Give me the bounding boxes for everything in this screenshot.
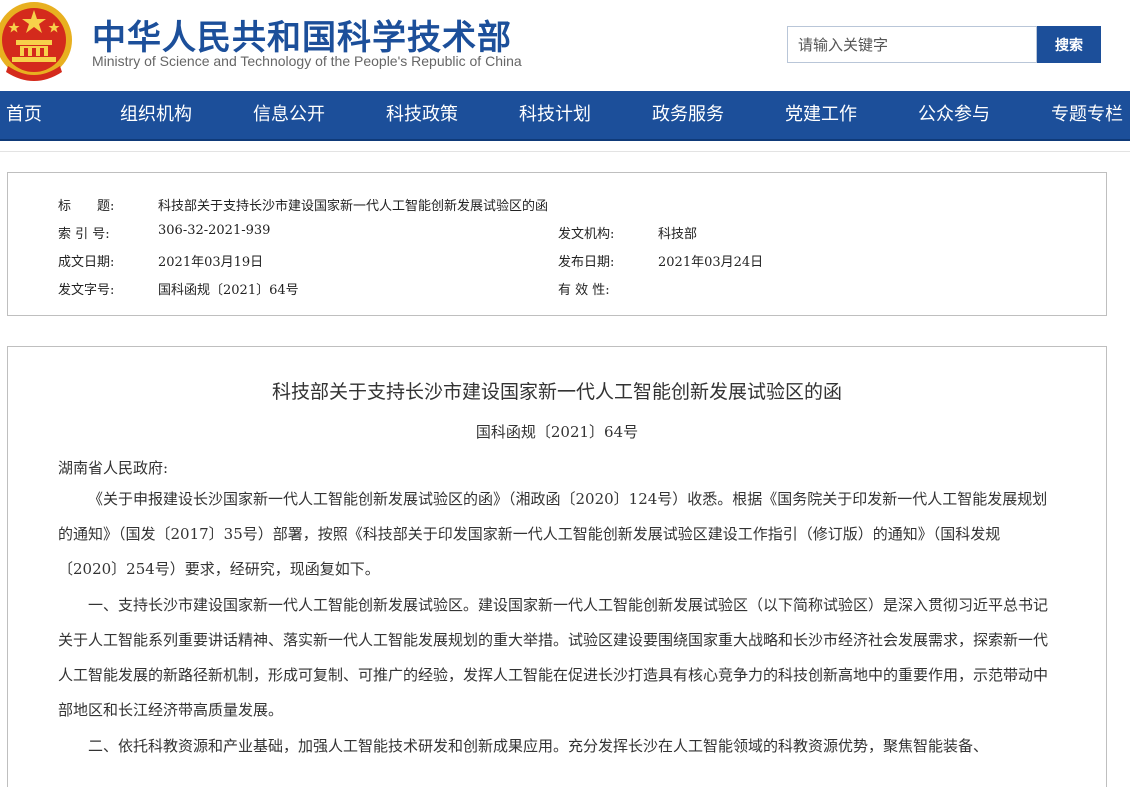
nav-item-party-building[interactable]: 党建工作: [785, 91, 857, 139]
document-title: 科技部关于支持长沙市建设国家新一代人工智能创新发展试验区的函: [271, 381, 842, 403]
main-nav: 首页 组织机构 信息公开 科技政策 科技计划 政务服务 党建工作 公众参与 专题…: [0, 91, 1130, 141]
meta-title-label: 标 题:: [58, 199, 115, 214]
meta-issuer-value: 科技部: [658, 227, 698, 242]
meta-index-value: 306-32-2021-939: [158, 223, 271, 238]
divider: [0, 151, 1130, 152]
document-meta-table: 标 题: 科技部关于支持长沙市建设国家新一代人工智能创新发展试验区的函 索 引 …: [7, 172, 1107, 316]
nav-item-special-topics[interactable]: 专题专栏: [1051, 91, 1123, 139]
nav-item-info-disclosure[interactable]: 信息公开: [253, 91, 325, 139]
paragraph: 《关于申报建设长沙国家新一代人工智能创新发展试验区的函》（湘政函〔2020〕12…: [58, 490, 1048, 578]
document-number: 国科函规〔2021〕64号: [475, 423, 639, 441]
nav-item-organization[interactable]: 组织机构: [120, 91, 192, 139]
paragraph: 二、依托科教资源和产业基础，加强人工智能技术研发和创新成果应用。充分发挥长沙在人…: [88, 737, 989, 755]
site-subtitle: Ministry of Science and Technology of th…: [92, 53, 522, 69]
meta-docno-value: 国科函规〔2021〕64号: [158, 283, 299, 298]
meta-published-value: 2021年03月24日: [658, 255, 764, 270]
search-button[interactable]: 搜索: [1037, 26, 1101, 63]
nav-item-home[interactable]: 首页: [6, 91, 42, 139]
meta-validity-label: 有 效 性:: [558, 283, 610, 298]
nav-item-services[interactable]: 政务服务: [652, 91, 724, 139]
nav-item-policy[interactable]: 科技政策: [386, 91, 458, 139]
meta-created-value: 2021年03月19日: [158, 255, 264, 270]
meta-published-label: 发布日期:: [558, 255, 615, 270]
site-header: 中华人民共和国科学技术部 Ministry of Science and Tec…: [0, 0, 1130, 91]
nav-item-public-participation[interactable]: 公众参与: [918, 91, 990, 139]
meta-issuer-label: 发文机构:: [558, 227, 615, 242]
search-input[interactable]: [787, 26, 1037, 63]
document-content: 科技部关于支持长沙市建设国家新一代人工智能创新发展试验区的函 国科函规〔2021…: [7, 346, 1107, 787]
paragraph: 一、支持长沙市建设国家新一代人工智能创新发展试验区。建设国家新一代人工智能创新发…: [58, 596, 1049, 719]
site-title[interactable]: 中华人民共和国科学技术部: [92, 10, 512, 59]
meta-index-label: 索 引 号:: [58, 227, 110, 242]
nav-item-programs[interactable]: 科技计划: [519, 91, 591, 139]
meta-docno-label: 发文字号:: [58, 283, 115, 298]
national-emblem-icon: [0, 2, 72, 81]
meta-title-value: 科技部关于支持长沙市建设国家新一代人工智能创新发展试验区的函: [158, 199, 549, 214]
meta-created-label: 成文日期:: [58, 255, 115, 270]
document-addressee: 湖南省人民政府:: [58, 459, 169, 477]
